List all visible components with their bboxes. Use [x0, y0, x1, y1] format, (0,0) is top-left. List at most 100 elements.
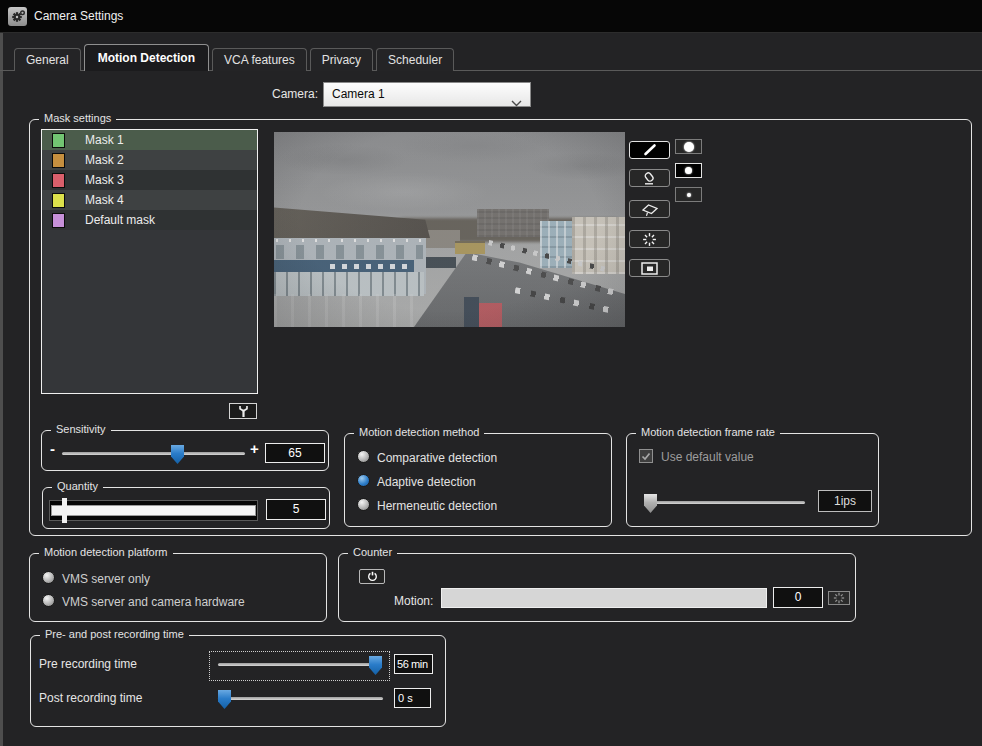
frame-rate-group: Motion detection frame rate Use default …	[626, 433, 879, 527]
burst-icon	[642, 232, 657, 247]
sensitivity-group: Sensitivity - + 65	[41, 430, 329, 471]
mask-list-item[interactable]: Mask 4	[42, 190, 257, 210]
picture-in-picture-icon	[641, 262, 658, 275]
counter-group: Counter Motion: 0	[338, 553, 856, 622]
motion-detection-method-group: Motion detection method Comparative dete…	[344, 433, 612, 527]
draw-tool-button[interactable]	[629, 141, 670, 159]
pen-icon	[642, 143, 658, 157]
quantity-slider[interactable]	[49, 500, 258, 521]
radio-hermeneutic-detection[interactable]	[357, 498, 370, 511]
tab-general[interactable]: General	[14, 48, 81, 71]
apply-image-tool-button[interactable]	[629, 259, 670, 277]
gear-icon	[8, 7, 27, 26]
motion-progress-bar	[441, 588, 767, 608]
radio-adaptive-detection[interactable]	[357, 474, 370, 487]
chevron-down-icon	[511, 92, 522, 115]
mask-color-swatch	[52, 193, 65, 208]
post-recording-slider-thumb[interactable]	[218, 690, 231, 709]
radio-label-vms-server-and-camera: VMS server and camera hardware	[62, 595, 245, 609]
radio-comparative-detection[interactable]	[357, 450, 370, 463]
quantity-slider-channel	[51, 505, 256, 516]
post-recording-slider-track[interactable]	[218, 697, 383, 700]
method-legend: Motion detection method	[354, 426, 484, 438]
sensitivity-slider-track[interactable]	[62, 452, 245, 455]
radio-label-comparative: Comparative detection	[377, 451, 497, 465]
mask-settings-group: Mask settings Mask 1 Mask 2 Mask 3 Mask …	[29, 119, 972, 536]
erase-tool-button[interactable]	[629, 169, 670, 187]
radio-label-vms-server-only: VMS server only	[62, 572, 150, 586]
camera-dropdown[interactable]: Camera 1	[323, 82, 531, 107]
window-title: Camera Settings	[34, 9, 123, 23]
eraser-icon	[641, 171, 658, 186]
use-default-value-checkbox[interactable]	[639, 449, 653, 463]
large-dot-icon	[684, 142, 694, 152]
mask-list-item[interactable]: Mask 2	[42, 150, 257, 170]
camera-preview-image[interactable]	[274, 132, 625, 327]
platform-group: Motion detection platform VMS server onl…	[29, 553, 327, 622]
sensitivity-slider-thumb[interactable]	[171, 445, 184, 464]
radio-label-hermeneutic: Hermeneutic detection	[377, 499, 497, 513]
counter-legend: Counter	[348, 546, 397, 558]
frame-rate-slider-thumb	[644, 494, 657, 513]
use-default-value-label: Use default value	[661, 450, 754, 464]
quantity-value: 5	[266, 499, 326, 520]
pre-recording-label: Pre recording time	[39, 657, 137, 671]
recording-time-group: Pre- and post recording time Pre recordi…	[30, 635, 446, 727]
radio-vms-server-only[interactable]	[42, 571, 55, 584]
invert-tool-button[interactable]	[629, 230, 670, 248]
medium-dot-icon	[685, 167, 692, 174]
brush-size-large-button[interactable]	[675, 139, 702, 154]
mask-list[interactable]: Mask 1 Mask 2 Mask 3 Mask 4 Default mask	[41, 129, 258, 394]
mask-list-item[interactable]: Mask 3	[42, 170, 257, 190]
title-bar: Camera Settings	[0, 0, 982, 33]
quantity-legend: Quantity	[52, 480, 103, 492]
tab-vca-features[interactable]: VCA features	[212, 48, 307, 71]
mask-color-swatch	[52, 153, 65, 168]
camera-dropdown-value: Camera 1	[332, 87, 385, 101]
quantity-slider-thumb[interactable]	[62, 498, 67, 523]
mask-list-item[interactable]: Mask 1	[42, 130, 257, 150]
pre-recording-focus-rect	[209, 651, 390, 681]
pre-recording-value: 56 min	[394, 654, 433, 674]
counter-value: 0	[773, 587, 823, 608]
recording-time-legend: Pre- and post recording time	[40, 628, 189, 640]
tab-motion-detection[interactable]: Motion Detection	[84, 44, 209, 71]
burst-icon	[833, 592, 845, 604]
window-left-edge	[0, 33, 3, 746]
mask-settings-legend: Mask settings	[39, 112, 116, 124]
tab-bar: General Motion Detection VCA features Pr…	[14, 44, 457, 71]
checkmark-icon	[641, 452, 651, 461]
brush-size-medium-button[interactable]	[675, 163, 702, 178]
mask-list-item[interactable]: Default mask	[42, 210, 257, 230]
brush-size-small-button[interactable]	[675, 187, 702, 202]
tab-scheduler[interactable]: Scheduler	[376, 48, 454, 71]
mask-label: Mask 4	[85, 193, 124, 207]
mask-label: Default mask	[85, 213, 155, 227]
photo-vignette	[274, 132, 625, 327]
small-dot-icon	[687, 193, 691, 197]
wrench-icon	[238, 405, 249, 418]
counter-power-button[interactable]	[359, 569, 385, 584]
mask-color-swatch	[52, 133, 65, 148]
camera-label: Camera:	[228, 87, 318, 101]
camera-settings-window: Camera Settings General Motion Detection…	[0, 0, 982, 746]
mask-label: Mask 1	[85, 133, 124, 147]
radio-label-adaptive: Adaptive detection	[377, 475, 476, 489]
mask-label: Mask 3	[85, 173, 124, 187]
mask-properties-button[interactable]	[229, 403, 257, 419]
tab-privacy[interactable]: Privacy	[310, 48, 373, 71]
clear-mask-tool-button[interactable]	[629, 200, 670, 218]
sensitivity-minus[interactable]: -	[50, 444, 55, 454]
motion-label: Motion:	[394, 594, 433, 608]
power-icon	[367, 571, 378, 582]
counter-reset-button[interactable]	[828, 591, 850, 605]
sensitivity-plus[interactable]: +	[250, 444, 259, 454]
mask-label: Mask 2	[85, 153, 124, 167]
pre-recording-slider-track[interactable]	[218, 663, 382, 666]
platform-legend: Motion detection platform	[39, 546, 173, 558]
mask-color-swatch	[52, 173, 65, 188]
post-recording-value: 0 s	[394, 688, 431, 708]
frame-rate-legend: Motion detection frame rate	[636, 426, 780, 438]
frame-rate-value: 1ips	[818, 490, 872, 512]
radio-vms-server-and-camera[interactable]	[42, 594, 55, 607]
